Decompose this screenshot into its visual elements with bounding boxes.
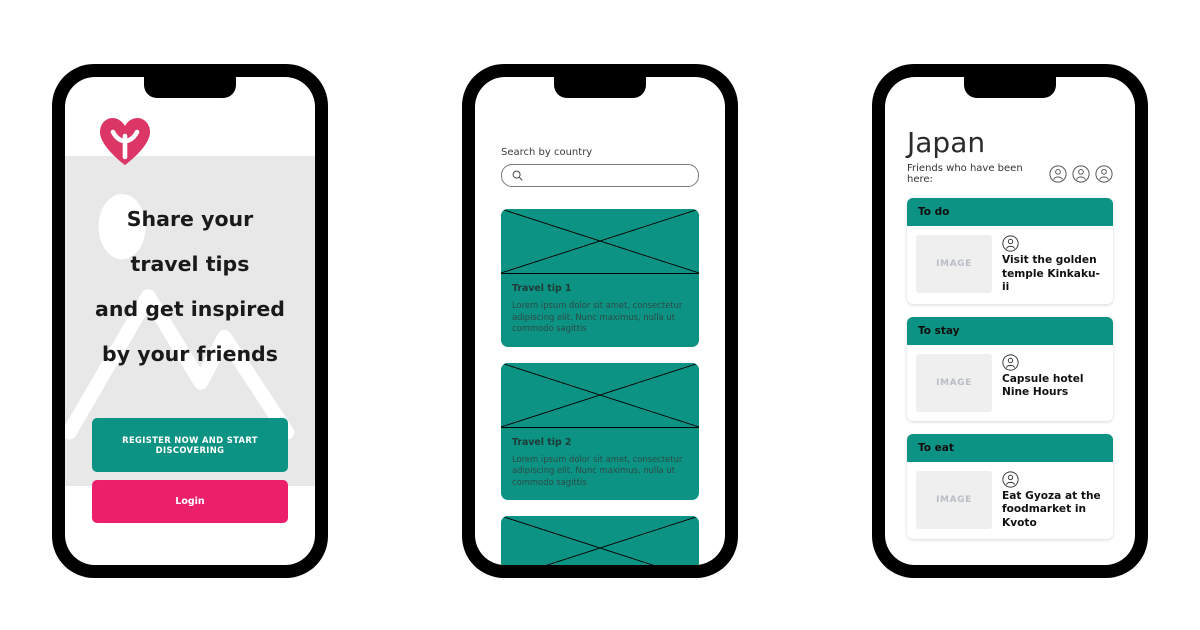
headline-line-2: travel tips [130, 252, 250, 276]
travel-tip-title: Travel tip 1 [512, 283, 572, 294]
headline-line-4: by your friends [102, 342, 278, 366]
item-title: Visit the golden temple Kinkaku-ii [1002, 254, 1100, 293]
travel-tip-card[interactable]: Travel tip 1 Lorem ipsum dolor sit amet,… [501, 209, 699, 347]
onboarding-actions: REGISTER NOW AND START DISCOVERING Login [92, 418, 288, 523]
phone3-notch [964, 77, 1056, 98]
headline-line-1: Share your [126, 207, 254, 231]
login-button[interactable]: Login [92, 480, 288, 523]
section-to-eat: To eat IMAGE Eat Gyoza at the foodmarket… [907, 433, 1113, 540]
item-title: Capsule hotel Nine Hours [1002, 372, 1084, 399]
travel-tip-body: Lorem ipsum dolor sit amet, consectetur … [512, 300, 683, 333]
item-thumbnail: IMAGE [916, 235, 992, 293]
search-field[interactable] [501, 164, 699, 187]
item-thumbnail: IMAGE [916, 353, 992, 412]
search-input[interactable] [528, 170, 688, 181]
item-title: Eat Gyoza at the foodmarket in Kvoto [1002, 489, 1101, 529]
phone3-screen: Japan Friends who have been here: To do … [885, 77, 1135, 565]
section-heading: To eat [907, 433, 1113, 462]
recommender-avatar-icon[interactable] [1002, 353, 1019, 371]
placeholder-cross-icon [501, 363, 699, 427]
item-main: Visit the golden temple Kinkaku-ii [1002, 235, 1104, 295]
friend-avatar-icon[interactable] [1095, 165, 1113, 183]
travel-tip-card[interactable] [501, 516, 699, 565]
screenshot-stage: Share your travel tips and get inspired … [0, 0, 1200, 630]
travel-tip-card[interactable]: Travel tip 2 Lorem ipsum dolor sit amet,… [501, 362, 699, 501]
travel-tip-list: Travel tip 1 Lorem ipsum dolor sit amet,… [501, 209, 699, 565]
friend-avatar-icon[interactable] [1072, 165, 1090, 183]
phone1-notch [144, 77, 236, 98]
heart-logo-icon [100, 118, 150, 165]
list-item[interactable]: IMAGE Eat Gyoza at the foodmarket in Kvo… [907, 462, 1113, 540]
travel-tip-title: Travel tip 2 [512, 436, 572, 448]
list-item[interactable]: IMAGE Capsule hotel Nine Hours [907, 345, 1113, 421]
list-item[interactable]: IMAGE Visit the golden temple Kinkaku-ii [907, 226, 1113, 304]
image-placeholder [501, 362, 699, 428]
image-placeholder [501, 516, 699, 565]
section-heading: To do [907, 198, 1113, 226]
headline-line-3: and get inspired [95, 297, 285, 321]
onboarding-headline: Share your travel tips and get inspired … [65, 197, 315, 377]
placeholder-cross-icon [501, 209, 699, 273]
section-to-do: To do IMAGE Visit the golden temple Kink… [907, 198, 1113, 304]
item-main: Capsule hotel Nine Hours [1002, 353, 1104, 400]
feed-body: Search by country Travel tip 1 Lorem ips… [475, 77, 725, 565]
travel-tip-body: Lorem ipsum dolor sit amet, consectetur … [512, 453, 683, 487]
friends-label: Friends who have been here: [907, 163, 1023, 185]
placeholder-cross-icon [501, 516, 699, 565]
image-placeholder [501, 209, 699, 274]
phone2-notch [554, 77, 646, 98]
phone-mockup-feed: Search by country Travel tip 1 Lorem ips… [462, 64, 738, 578]
section-heading: To stay [907, 316, 1113, 345]
phone-mockup-country-detail: Japan Friends who have been here: To do … [872, 64, 1148, 578]
friends-row: Friends who have been here: [907, 163, 1113, 185]
search-icon [512, 170, 523, 181]
friend-avatar-icon[interactable] [1049, 165, 1067, 183]
phone2-screen: Search by country Travel tip 1 Lorem ips… [475, 77, 725, 565]
travel-tip-text: Travel tip 1 Lorem ipsum dolor sit amet,… [501, 274, 699, 347]
section-to-stay: To stay IMAGE Capsule hotel Nine Hours [907, 316, 1113, 421]
country-detail-body: Japan Friends who have been here: To do … [885, 77, 1135, 565]
search-label: Search by country [501, 147, 593, 158]
phone1-screen: Share your travel tips and get inspired … [65, 77, 315, 565]
recommender-avatar-icon[interactable] [1002, 235, 1019, 252]
item-main: Eat Gyoza at the foodmarket in Kvoto [1002, 470, 1104, 531]
item-thumbnail: IMAGE [916, 470, 992, 529]
search-section: Search by country [501, 147, 699, 187]
travel-tip-text: Travel tip 2 Lorem ipsum dolor sit amet,… [501, 428, 699, 501]
recommender-avatar-icon[interactable] [1002, 470, 1019, 488]
register-button[interactable]: REGISTER NOW AND START DISCOVERING [92, 418, 288, 472]
page-title: Japan [907, 126, 986, 159]
phone-mockup-onboarding: Share your travel tips and get inspired … [52, 64, 328, 578]
